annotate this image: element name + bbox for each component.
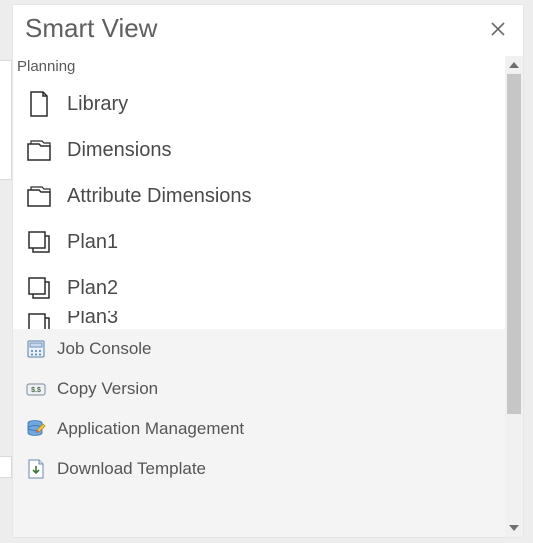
tree-item-attribute-dimensions[interactable]: Attribute Dimensions [13, 173, 523, 219]
document-icon [25, 90, 53, 118]
tree-list: Library Dimensions Attribute Dimensions … [13, 81, 523, 329]
scroll-down-icon[interactable] [505, 519, 523, 537]
smart-view-panel: Smart View Planning Library Dimensions [12, 4, 524, 538]
action-copy-version[interactable]: $.$ Copy Version [13, 369, 523, 409]
panel-title: Smart View [25, 13, 157, 44]
action-application-management[interactable]: Application Management [13, 409, 523, 449]
database-edit-icon [25, 418, 47, 440]
folder-stack-icon [25, 182, 53, 210]
copy-version-icon: $.$ [25, 378, 47, 400]
panel-body: Planning Library Dimensions Attribute Di… [13, 56, 523, 537]
tree-item-plan1[interactable]: Plan1 [13, 219, 523, 265]
tree-item-plan2[interactable]: Plan2 [13, 265, 523, 311]
tree-item-label: Library [53, 93, 128, 116]
tree-item-label: Dimensions [53, 139, 171, 162]
tree-item-label: Plan3 [53, 311, 118, 323]
tree-item-label: Plan2 [53, 277, 118, 300]
tree-item-label: Plan1 [53, 231, 118, 254]
tree-item-dimensions[interactable]: Dimensions [13, 127, 523, 173]
actions-list: Job Console $.$ Copy Version Application… [13, 329, 523, 537]
section-label-planning: Planning [13, 56, 523, 81]
cube-stack-icon [25, 311, 53, 329]
scrollbar-thumb[interactable] [507, 74, 521, 414]
action-item-label: Application Management [47, 419, 244, 439]
tree-item-plan3[interactable]: Plan3 [13, 311, 523, 329]
folder-stack-icon [25, 136, 53, 164]
action-job-console[interactable]: Job Console [13, 329, 523, 369]
svg-text:$.$: $.$ [31, 387, 41, 394]
tree-item-library[interactable]: Library [13, 81, 523, 127]
calculator-icon [25, 338, 47, 360]
cube-stack-icon [25, 274, 53, 302]
panel-header: Smart View [13, 5, 523, 56]
action-download-template[interactable]: Download Template [13, 449, 523, 489]
external-ui-fragment [0, 60, 12, 180]
action-item-label: Job Console [47, 339, 152, 359]
download-document-icon [25, 458, 47, 480]
scrollbar-rail [505, 56, 523, 537]
external-ui-fragment [0, 456, 12, 478]
scroll-up-icon[interactable] [505, 56, 523, 74]
cube-stack-icon [25, 228, 53, 256]
action-item-label: Download Template [47, 459, 206, 479]
action-item-label: Copy Version [47, 379, 158, 399]
close-icon[interactable] [487, 20, 509, 38]
tree-item-label: Attribute Dimensions [53, 185, 252, 208]
